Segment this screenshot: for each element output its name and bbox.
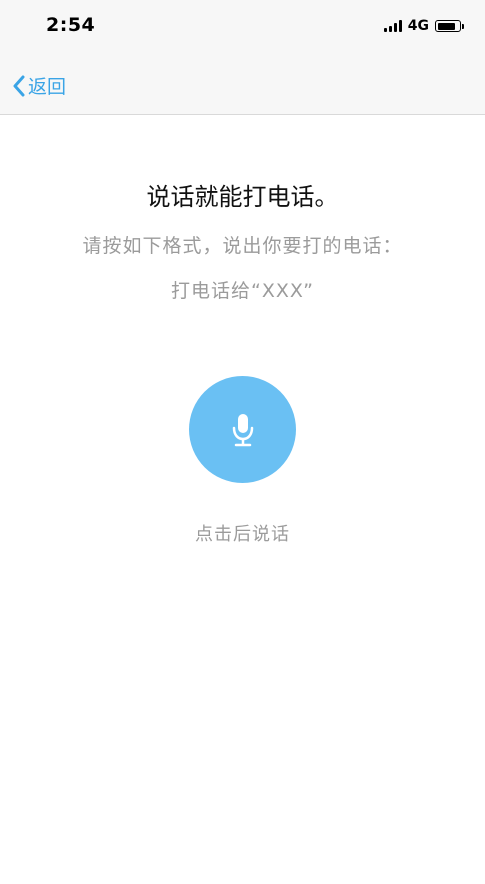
chevron-left-icon	[13, 75, 25, 96]
status-bar: 2:54 4G	[0, 0, 485, 52]
microphone-icon	[232, 413, 253, 446]
battery-cap	[462, 24, 464, 29]
signal-icon	[383, 20, 402, 32]
tap-to-speak-hint: 点击后说话	[195, 524, 290, 545]
voice-call-screen: 2:54 4G 返回 说话就能打电话。 请按如下格式，说出你要打的电话： 打电话…	[0, 0, 485, 884]
network-type: 4G	[407, 18, 429, 34]
microphone-button[interactable]	[189, 376, 296, 483]
status-indicators: 4G	[383, 16, 464, 36]
status-time: 2:54	[46, 14, 96, 36]
back-label: 返回	[28, 76, 67, 98]
instruction-text: 请按如下格式，说出你要打的电话：	[82, 235, 403, 257]
nav-bar: 返回	[0, 52, 485, 115]
page-title: 说话就能打电话。	[146, 183, 339, 211]
back-button[interactable]: 返回	[12, 72, 66, 99]
example-text: 打电话给“XXX”	[171, 280, 314, 302]
battery-fill	[437, 22, 456, 30]
battery-icon	[435, 20, 464, 32]
